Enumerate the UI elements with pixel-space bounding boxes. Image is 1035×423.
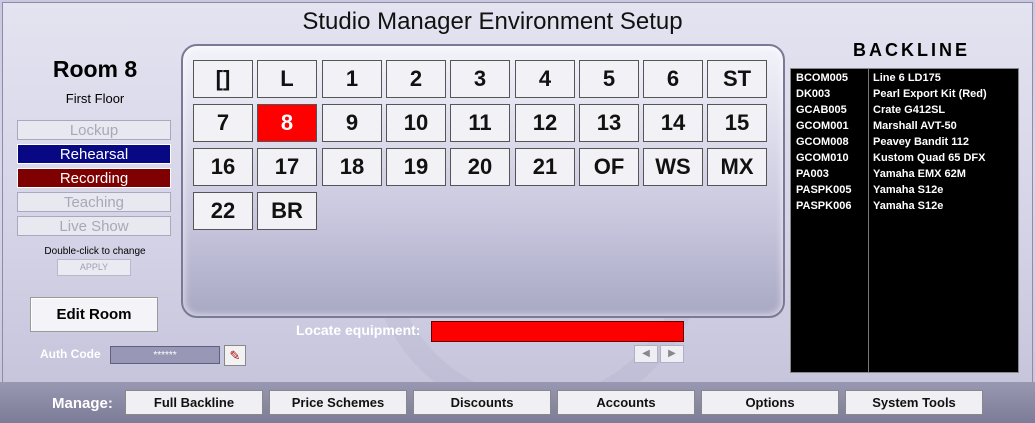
backline-name: Yamaha EMX 62M (873, 168, 966, 180)
backline-list[interactable]: BCOM005 Line 6 LD175 DK003 Pearl Export Kit… (790, 68, 1019, 373)
backline-name: Yamaha S12e (873, 184, 944, 196)
mode-rehearsal[interactable]: Rehearsal (17, 144, 171, 164)
accounts-button[interactable]: Accounts (557, 390, 695, 415)
room-tile[interactable]: OF (579, 148, 639, 186)
room-tile[interactable]: 11 (450, 104, 510, 142)
backline-name: Line 6 LD175 (873, 72, 941, 84)
room-tile[interactable]: 18 (322, 148, 382, 186)
room-tile[interactable]: 8 (257, 104, 317, 142)
mode-live-show[interactable]: Live Show (17, 216, 171, 236)
lock-key-icon[interactable]: ✎ (224, 345, 246, 366)
room-tile[interactable]: 14 (643, 104, 703, 142)
room-tile[interactable]: 21 (515, 148, 575, 186)
backline-name: Yamaha S12e (873, 200, 944, 212)
prev-arrow-icon[interactable]: ◀ (634, 345, 658, 363)
backline-code: GCAB005 (796, 104, 847, 116)
room-tile[interactable]: 9 (322, 104, 382, 142)
discounts-button[interactable]: Discounts (413, 390, 551, 415)
room-tile[interactable]: 10 (386, 104, 446, 142)
room-tile[interactable]: 5 (579, 60, 639, 98)
room-tile[interactable]: [] (193, 60, 253, 98)
backline-title: BACKLINE (853, 40, 970, 60)
room-tile[interactable]: BR (257, 192, 317, 230)
mode-recording[interactable]: Recording (17, 168, 171, 188)
apply-button[interactable]: APPLY (57, 259, 131, 276)
backline-name: Pearl Export Kit (Red) (873, 88, 987, 100)
room-name: Room 8 (52, 56, 138, 82)
room-tile[interactable]: 15 (707, 104, 767, 142)
backline-code: PASPK006 (796, 200, 852, 212)
mode-lockup[interactable]: Lockup (17, 120, 171, 140)
backline-code: PASPK005 (796, 184, 852, 196)
backline-code: PA003 (796, 168, 829, 180)
mode-teaching[interactable]: Teaching (17, 192, 171, 212)
room-tile[interactable]: 17 (257, 148, 317, 186)
manage-label: Manage: (52, 395, 113, 412)
room-tile[interactable]: 1 (322, 60, 382, 98)
options-button[interactable]: Options (701, 390, 839, 415)
auth-code-label: Auth Code (40, 347, 101, 361)
room-tile[interactable]: 3 (450, 60, 510, 98)
room-tile[interactable]: MX (707, 148, 767, 186)
backline-code: GCOM001 (796, 120, 849, 132)
room-tile[interactable]: 22 (193, 192, 253, 230)
mode-hint: Double-click to change (44, 246, 146, 257)
backline-code: BCOM005 (796, 72, 848, 84)
locate-label: Locate equipment: (296, 322, 421, 338)
full-backline-button[interactable]: Full Backline (125, 390, 263, 415)
room-tile[interactable]: 12 (515, 104, 575, 142)
room-tile[interactable]: 20 (450, 148, 510, 186)
room-tile[interactable]: 2 (386, 60, 446, 98)
backline-name: Marshall AVT-50 (873, 120, 957, 132)
auth-code-input[interactable]: ****** (110, 346, 220, 364)
system-tools-button[interactable]: System Tools (845, 390, 983, 415)
room-tile[interactable]: 19 (386, 148, 446, 186)
backline-name: Kustom Quad 65 DFX (873, 152, 986, 164)
backline-name: Peavey Bandit 112 (873, 136, 970, 148)
backline-divider (868, 69, 869, 372)
room-tile[interactable]: WS (643, 148, 703, 186)
backline-code: GCOM008 (796, 136, 849, 148)
room-floor: First Floor (65, 91, 125, 106)
price-schemes-button[interactable]: Price Schemes (269, 390, 407, 415)
backline-code: DK003 (796, 88, 831, 100)
edit-room-button[interactable]: Edit Room (30, 297, 158, 332)
next-arrow-icon[interactable]: ▶ (660, 345, 684, 363)
room-tile[interactable]: L (257, 60, 317, 98)
room-tile[interactable]: 7 (193, 104, 253, 142)
room-tile[interactable]: ST (707, 60, 767, 98)
room-tile[interactable]: 16 (193, 148, 253, 186)
locate-equipment-input[interactable] (431, 321, 684, 342)
backline-code: GCOM010 (796, 152, 849, 164)
room-tile[interactable]: 6 (643, 60, 703, 98)
window-title: Studio Manager Environment Setup (302, 8, 683, 35)
backline-name: Crate G412SL (873, 104, 946, 116)
room-tile[interactable]: 4 (515, 60, 575, 98)
room-tile[interactable]: 13 (579, 104, 639, 142)
